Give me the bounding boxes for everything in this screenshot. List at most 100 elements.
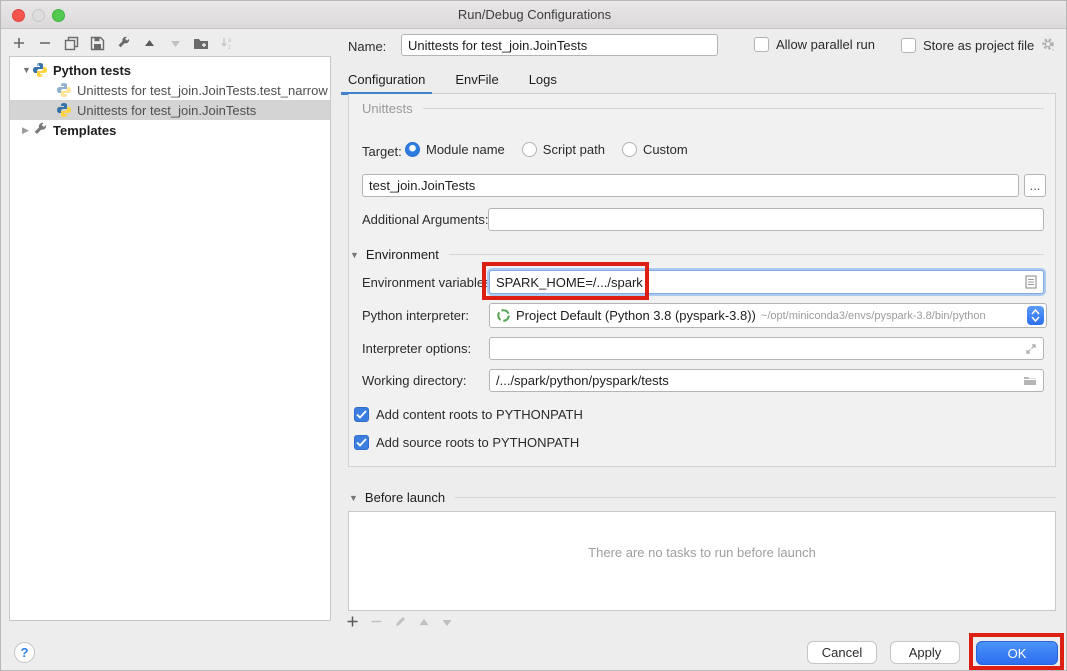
add-content-roots-option: Add content roots to PYTHONPATH xyxy=(354,407,583,422)
tree-item-label: Unittests for test_join.JoinTests.test_n… xyxy=(77,83,328,98)
radio-icon[interactable] xyxy=(522,142,537,157)
add-content-roots-label: Add content roots to PYTHONPATH xyxy=(376,407,583,422)
add-source-roots-label: Add source roots to PYTHONPATH xyxy=(376,435,579,450)
working-directory-input[interactable]: /.../spark/python/pyspark/tests xyxy=(489,369,1044,392)
before-launch-section-header[interactable]: ▼ Before launch xyxy=(349,490,1056,505)
radio-selected-icon[interactable] xyxy=(405,142,420,157)
name-value: Unittests for test_join.JoinTests xyxy=(408,38,587,53)
browse-button-label: ... xyxy=(1030,178,1041,193)
radio-label: Module name xyxy=(426,142,505,157)
python-interpreter-select[interactable]: Project Default (Python 3.8 (pyspark-3.8… xyxy=(489,303,1047,328)
additional-arguments-label: Additional Arguments: xyxy=(362,212,488,227)
tree-item-templates[interactable]: ▶ Templates xyxy=(10,120,330,140)
python-interpreter-label: Python interpreter: xyxy=(362,308,469,323)
before-launch-toolbar xyxy=(346,615,453,631)
module-name-input[interactable]: test_join.JoinTests xyxy=(362,174,1019,197)
move-task-down-icon xyxy=(441,616,453,631)
wrench-icon xyxy=(32,122,48,138)
allow-parallel-run-checkbox[interactable] xyxy=(754,37,769,52)
tab-label: EnvFile xyxy=(455,72,498,87)
tree-item-unittests-jointests[interactable]: Unittests for test_join.JoinTests xyxy=(10,100,330,120)
tab-bar: Configuration EnvFile Logs xyxy=(348,67,1056,94)
edit-templates-icon[interactable] xyxy=(115,35,131,51)
add-content-roots-checkbox[interactable] xyxy=(354,407,369,422)
help-label: ? xyxy=(21,645,29,660)
before-launch-label: Before launch xyxy=(365,490,445,505)
tab-logs[interactable]: Logs xyxy=(529,67,557,93)
tree-item-label: Unittests for test_join.JoinTests xyxy=(77,103,256,118)
configurations-tree: ▼ Python tests Unittests for test_join.J… xyxy=(9,56,331,621)
tab-configuration[interactable]: Configuration xyxy=(348,67,425,93)
svg-text:z: z xyxy=(228,45,231,50)
remove-task-icon xyxy=(370,615,383,631)
module-name-value: test_join.JoinTests xyxy=(369,178,475,193)
help-button[interactable]: ? xyxy=(14,642,35,663)
ok-button[interactable]: OK xyxy=(976,641,1058,665)
move-task-up-icon xyxy=(418,616,430,631)
environment-section-header[interactable]: ▼ Environment xyxy=(350,247,1044,262)
add-task-icon[interactable] xyxy=(346,615,359,631)
radio-icon[interactable] xyxy=(622,142,637,157)
add-icon[interactable] xyxy=(11,35,27,51)
store-as-project-file-checkbox[interactable] xyxy=(901,38,916,53)
configurations-toolbar: az xyxy=(11,34,235,52)
python-icon xyxy=(56,82,72,98)
cancel-button[interactable]: Cancel xyxy=(807,641,877,664)
svg-text:a: a xyxy=(228,38,232,44)
save-icon[interactable] xyxy=(89,35,105,51)
chevron-down-icon[interactable]: ▼ xyxy=(350,250,359,260)
move-down-icon xyxy=(167,35,183,51)
new-folder-icon[interactable] xyxy=(193,35,209,51)
remove-icon[interactable] xyxy=(37,35,53,51)
unittests-group-label: Unittests xyxy=(362,101,413,116)
environment-variables-input[interactable]: SPARK_HOME=/.../spark xyxy=(489,270,1044,294)
store-as-project-file-option: Store as project file xyxy=(901,37,1057,53)
tree-item-python-tests[interactable]: ▼ Python tests xyxy=(10,60,330,80)
python-icon xyxy=(56,102,72,118)
allow-parallel-run-label: Allow parallel run xyxy=(776,37,875,52)
add-source-roots-option: Add source roots to PYTHONPATH xyxy=(354,435,579,450)
environment-section-label: Environment xyxy=(366,247,439,262)
interpreter-options-label: Interpreter options: xyxy=(362,341,471,356)
apply-button[interactable]: Apply xyxy=(890,641,960,664)
window-title: Run/Debug Configurations xyxy=(1,7,1067,22)
radio-module-name[interactable]: Module name xyxy=(405,142,505,157)
radio-script-path[interactable]: Script path xyxy=(522,142,605,157)
run-debug-configurations-dialog: Run/Debug Configurations az ▼ Python tes… xyxy=(0,0,1067,671)
expand-field-icon[interactable] xyxy=(1025,343,1037,355)
radio-label: Custom xyxy=(643,142,688,157)
cancel-button-label: Cancel xyxy=(822,645,862,660)
edit-variables-icon[interactable] xyxy=(1025,275,1037,289)
copy-icon[interactable] xyxy=(63,35,79,51)
chevron-right-icon[interactable]: ▶ xyxy=(22,125,30,136)
gear-icon[interactable] xyxy=(1041,37,1057,53)
dropdown-stepper-icon[interactable] xyxy=(1027,306,1044,325)
before-launch-task-list[interactable]: There are no tasks to run before launch xyxy=(348,511,1056,611)
add-source-roots-checkbox[interactable] xyxy=(354,435,369,450)
environment-variables-value: SPARK_HOME=/.../spark xyxy=(496,275,643,290)
python-interpreter-path: ~/opt/miniconda3/envs/pyspark-3.8/bin/py… xyxy=(761,310,986,322)
tree-item-label: Templates xyxy=(53,123,116,138)
configuration-panel: Unittests Target: Module name Script pat… xyxy=(348,94,1056,467)
title-bar: Run/Debug Configurations xyxy=(1,1,1067,29)
chevron-down-icon[interactable]: ▼ xyxy=(349,493,358,503)
interpreter-options-input[interactable] xyxy=(489,337,1044,360)
name-input[interactable]: Unittests for test_join.JoinTests xyxy=(401,34,718,56)
before-launch-empty-text: There are no tasks to run before launch xyxy=(349,545,1055,560)
move-up-icon[interactable] xyxy=(141,35,157,51)
folder-icon[interactable] xyxy=(1023,375,1037,386)
unittests-group-header: Unittests xyxy=(362,101,1044,116)
edit-task-icon xyxy=(394,615,407,631)
tab-label: Configuration xyxy=(348,72,425,87)
chevron-down-icon[interactable]: ▼ xyxy=(22,65,30,75)
radio-custom[interactable]: Custom xyxy=(622,142,688,157)
additional-arguments-input[interactable] xyxy=(488,208,1044,231)
target-radio-group: Module name Script path Custom xyxy=(405,142,705,157)
tab-label: Logs xyxy=(529,72,557,87)
tab-envfile[interactable]: EnvFile xyxy=(455,67,498,93)
tree-item-unittests-narrow[interactable]: Unittests for test_join.JoinTests.test_n… xyxy=(10,80,330,100)
browse-button[interactable]: ... xyxy=(1024,174,1046,197)
python-interpreter-value: Project Default (Python 3.8 (pyspark-3.8… xyxy=(516,308,756,323)
allow-parallel-run-option: Allow parallel run xyxy=(754,37,875,52)
ok-button-label: OK xyxy=(1008,646,1027,661)
